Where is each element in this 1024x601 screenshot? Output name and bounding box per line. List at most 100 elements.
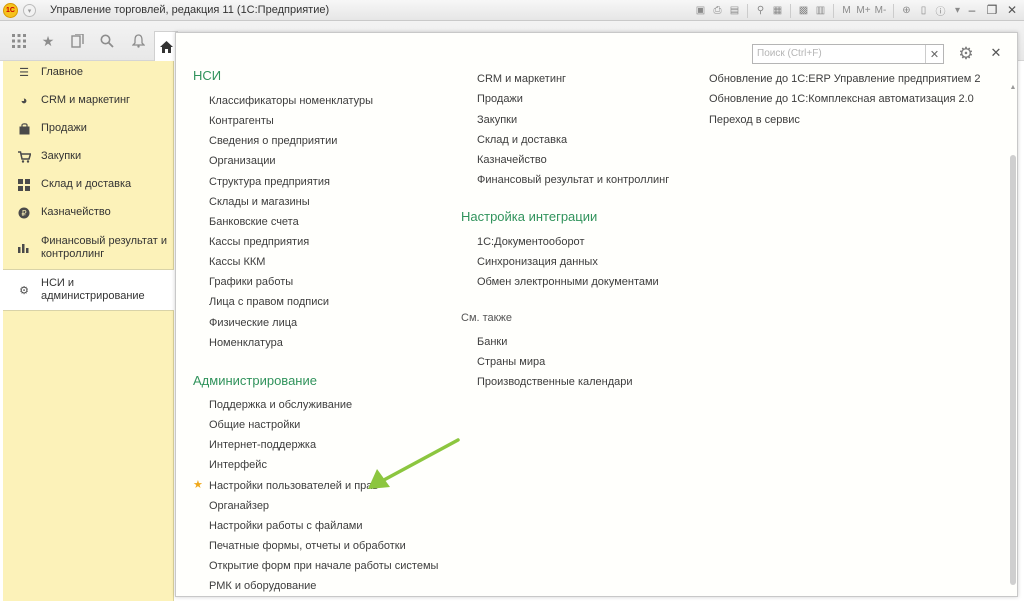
link-item[interactable]: Поддержка и обслуживание xyxy=(209,399,352,411)
link-item[interactable]: CRM и маркетинг xyxy=(477,73,566,85)
link-item[interactable]: Производственные календари xyxy=(477,376,633,388)
link-item[interactable]: Склад и доставка xyxy=(477,134,567,146)
link-item[interactable]: Общие настройки xyxy=(209,419,300,431)
link-item[interactable]: Контрагенты xyxy=(209,115,274,127)
link-icon[interactable]: ⚲ xyxy=(753,3,768,18)
link-item[interactable]: Открытие форм при начале работы системы xyxy=(209,560,438,572)
link-user-settings[interactable]: Настройки пользователей и прав xyxy=(209,480,378,492)
link-item[interactable]: Банковские счета xyxy=(209,216,299,228)
link-item[interactable]: Обмен электронными документами xyxy=(477,276,659,288)
sidebar-item-financial-result[interactable]: Финансовый результат и контроллинг xyxy=(3,235,173,261)
search-icon[interactable] xyxy=(97,31,117,51)
star-icon[interactable]: ★ xyxy=(38,31,58,51)
link-item[interactable]: Закупки xyxy=(477,114,517,126)
restore-icon[interactable]: ❐ xyxy=(984,1,1000,19)
cart-icon xyxy=(17,150,31,164)
link-item[interactable]: Кассы предприятия xyxy=(209,236,309,248)
section-heading-integration: Настройка интеграции xyxy=(461,209,598,224)
info-icon[interactable]: ⓘ xyxy=(933,3,948,18)
app-logo-icon[interactable]: 1С xyxy=(3,3,18,18)
sidebar-item-label: НСИ и администрирование xyxy=(41,277,145,302)
zoom-icon[interactable]: ⊕ xyxy=(899,3,914,18)
chevron-down-icon[interactable]: ▾ xyxy=(950,3,965,18)
sidebar-item-crm[interactable]: ◕ CRM и маркетинг xyxy=(3,94,173,107)
bell-icon[interactable] xyxy=(128,31,148,51)
sidebar-item-nsi-admin[interactable]: ⚙ НСИ и администрирование xyxy=(3,269,174,311)
link-item[interactable]: 1С:Документооборот xyxy=(477,236,584,248)
sidebar-item-label: Казначейство xyxy=(41,206,111,218)
main-menu-icon[interactable]: ▾ xyxy=(23,4,36,17)
link-item[interactable]: Обновление до 1С:Комплексная автоматизац… xyxy=(709,93,974,105)
window-controls: – ❐ ✕ xyxy=(964,1,1020,19)
favorite-star-icon[interactable]: ★ xyxy=(193,478,203,491)
link-item[interactable]: Интерфейс xyxy=(209,459,267,471)
link-item[interactable]: Переход в сервис xyxy=(709,114,800,126)
search-placeholder: Поиск (Ctrl+F) xyxy=(757,48,822,59)
panel-settings-icon[interactable]: ⚙ xyxy=(955,44,977,64)
sidebar-item-label: Продажи xyxy=(41,122,87,134)
search-input[interactable]: Поиск (Ctrl+F) ✕ xyxy=(752,44,944,64)
link-item[interactable]: Склады и магазины xyxy=(209,196,310,208)
preview-icon[interactable]: ▤ xyxy=(727,3,742,18)
close-window-icon[interactable]: ✕ xyxy=(1004,1,1020,19)
sidebar-item-main[interactable]: ☰ Главное xyxy=(3,66,173,79)
link-item[interactable]: Сведения о предприятии xyxy=(209,135,337,147)
link-item[interactable]: Структура предприятия xyxy=(209,176,330,188)
pie-icon: ◕ xyxy=(20,94,28,107)
link-item[interactable]: Финансовый результат и контроллинг xyxy=(477,174,669,186)
link-item[interactable]: Организации xyxy=(209,155,276,167)
calculator-icon[interactable]: ▥ xyxy=(813,3,828,18)
document-icon[interactable]: ▦ xyxy=(770,3,785,18)
link-item[interactable]: Физические лица xyxy=(209,317,297,329)
close-panel-icon[interactable]: ✕ xyxy=(988,45,1004,61)
link-item[interactable]: РМК и оборудование xyxy=(209,580,316,592)
memory-m-minus-button[interactable]: M- xyxy=(873,3,888,18)
link-item[interactable]: Банки xyxy=(477,336,507,348)
svg-text:₽: ₽ xyxy=(21,209,26,218)
link-item[interactable]: Продажи xyxy=(477,93,523,105)
sidebar-item-warehouse[interactable]: Склад и доставка xyxy=(3,178,173,191)
separator xyxy=(747,3,748,18)
sidebar-item-sales[interactable]: Продажи xyxy=(3,122,173,135)
apps-grid-icon[interactable] xyxy=(9,31,29,51)
sidebar-item-label: Финансовый результат и контроллинг xyxy=(41,235,167,260)
memory-m-button[interactable]: M xyxy=(839,3,854,18)
link-item[interactable]: Лица с правом подписи xyxy=(209,296,329,308)
sidebar-item-label: Закупки xyxy=(41,150,82,162)
link-item[interactable]: Интернет-поддержка xyxy=(209,439,316,451)
link-item[interactable]: Органайзер xyxy=(209,500,269,512)
menu-icon: ☰ xyxy=(19,66,29,79)
print-icon[interactable]: ⎙ xyxy=(710,3,725,18)
link-item[interactable]: Графики работы xyxy=(209,276,293,288)
memory-m-plus-button[interactable]: M+ xyxy=(856,3,871,18)
link-item[interactable]: Синхронизация данных xyxy=(477,256,598,268)
link-item[interactable]: Печатные формы, отчеты и обработки xyxy=(209,540,406,552)
bar-chart-icon xyxy=(17,240,31,254)
link-item[interactable]: Классификаторы номенклатуры xyxy=(209,95,373,107)
history-icon[interactable] xyxy=(67,31,87,51)
title-tools: ▣ ⎙ ▤ ⚲ ▦ ▩ ▥ M M+ M- ⊕ ▯ ⓘ ▾ xyxy=(693,2,965,19)
link-item[interactable]: Настройки работы с файлами xyxy=(209,520,363,532)
calendar-icon[interactable]: ▩ xyxy=(796,3,811,18)
minimize-icon[interactable]: – xyxy=(964,1,980,19)
sidebar-item-label: Главное xyxy=(41,66,84,78)
save-icon[interactable]: ▣ xyxy=(693,3,708,18)
separator xyxy=(833,3,834,18)
clear-search-icon[interactable]: ✕ xyxy=(925,45,943,63)
scroll-up-arrow-icon[interactable]: ▲ xyxy=(1009,84,1017,92)
link-item[interactable]: Номенклатура xyxy=(209,337,283,349)
link-item[interactable]: Казначейство xyxy=(477,154,547,166)
link-item[interactable]: Обновление до 1С:ERP Управление предприя… xyxy=(709,73,981,85)
section-heading-admin: Администрирование xyxy=(193,373,317,388)
sidebar-item-treasury[interactable]: ₽ Казначейство xyxy=(3,206,173,219)
link-item[interactable]: Кассы ККМ xyxy=(209,256,265,268)
annotation-arrow-icon xyxy=(368,438,460,489)
grid-icon xyxy=(17,178,31,192)
scrollbar-thumb[interactable] xyxy=(1010,155,1016,585)
sections-sidebar: ☰ Главное ◕ CRM и маркетинг Продажи Заку… xyxy=(3,61,174,601)
link-item[interactable]: Страны мира xyxy=(477,356,545,368)
coin-icon: ₽ xyxy=(17,206,31,220)
title-bar: 1С ▾ Управление торговлей, редакция 11 (… xyxy=(0,0,1024,21)
panels-icon[interactable]: ▯ xyxy=(916,3,931,18)
sidebar-item-purchases[interactable]: Закупки xyxy=(3,150,173,163)
